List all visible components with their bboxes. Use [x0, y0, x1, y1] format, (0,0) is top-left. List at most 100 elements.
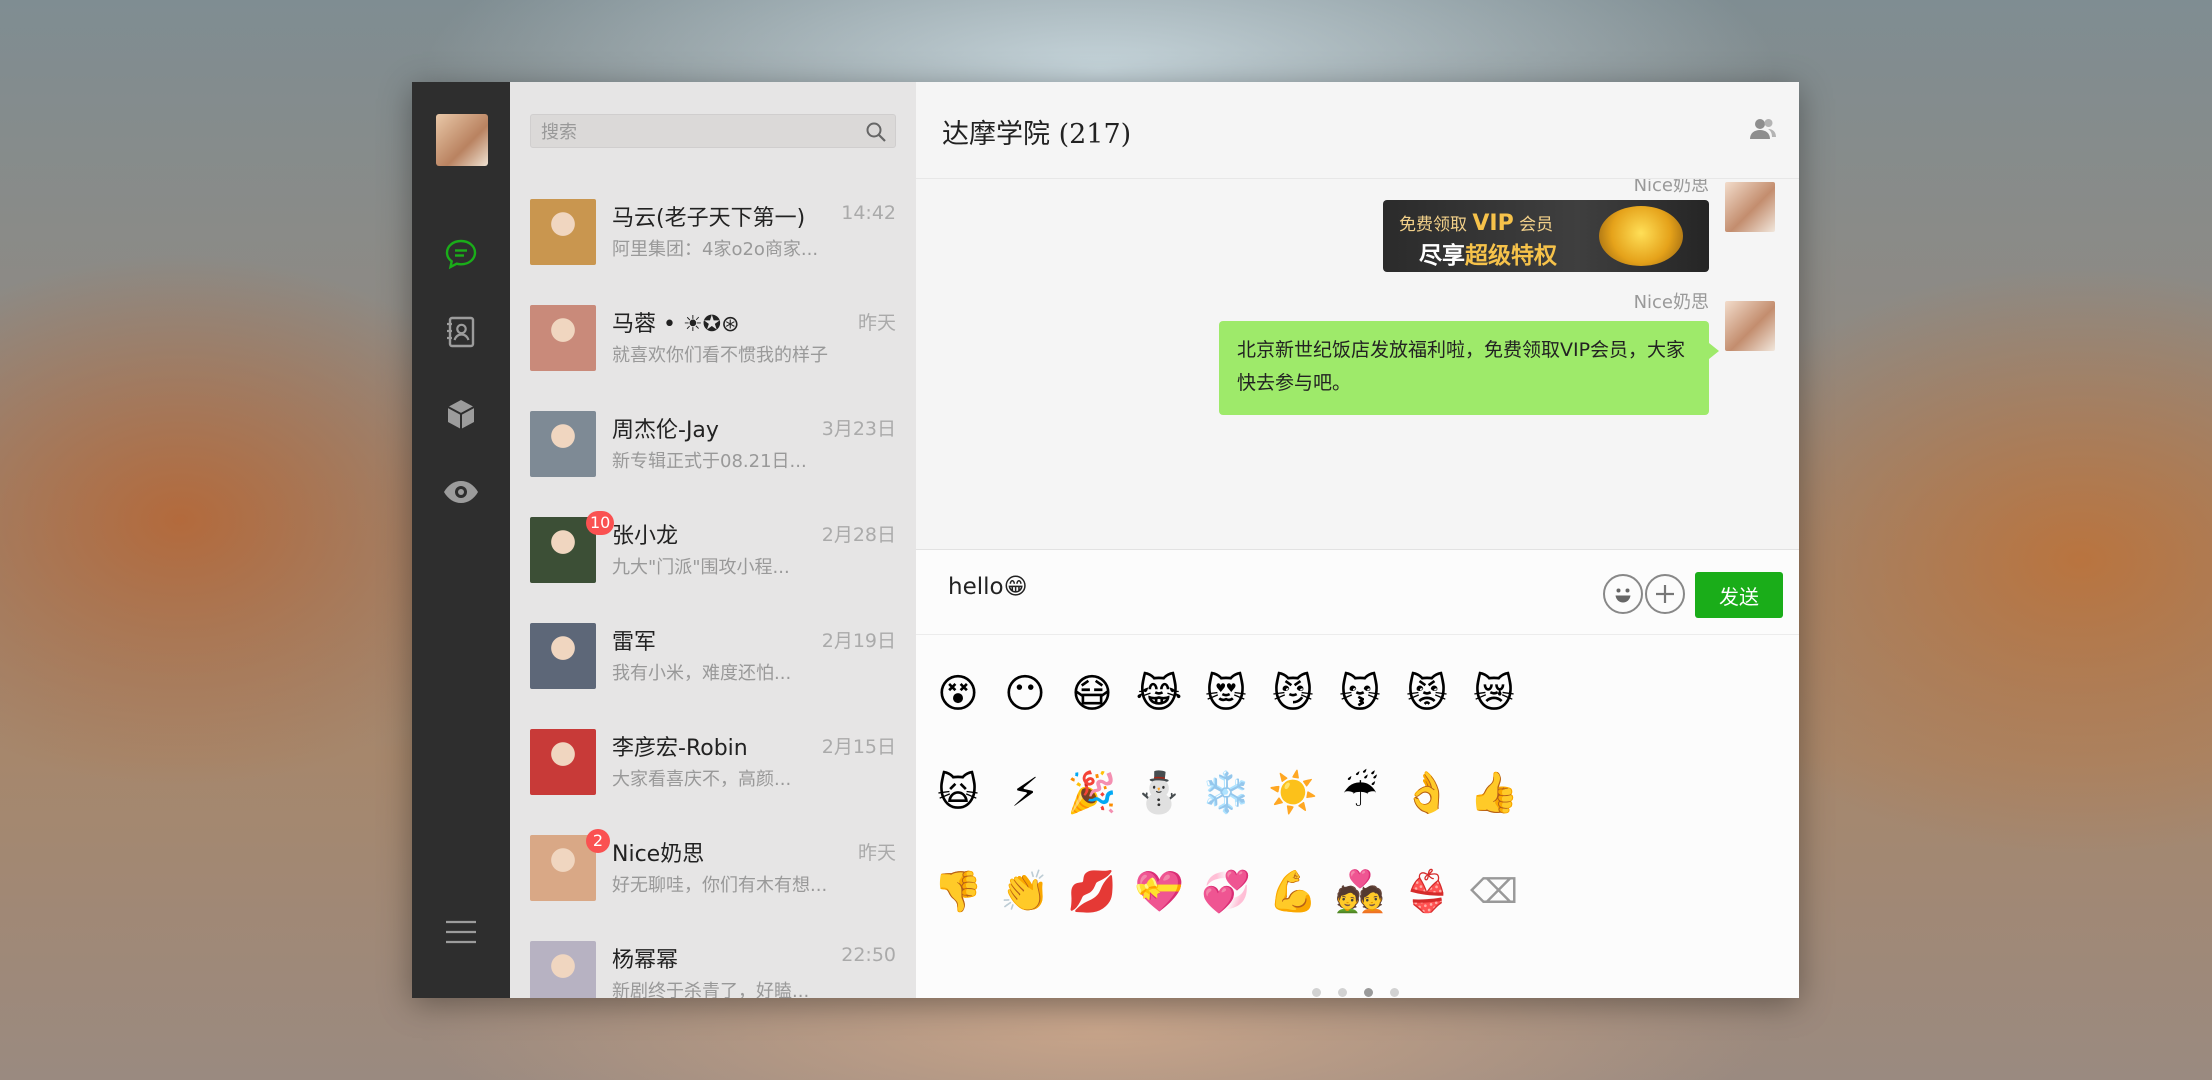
- chat-panel: 达摩学院 (217) Nice奶思 免费领取 VIP 会员 尽享超级特权 Nic…: [916, 82, 1799, 998]
- conversation-item[interactable]: 马蓉 • ☀✪⊛ 昨天就喜欢你们看不惯我的样子: [510, 284, 916, 390]
- emoji-item[interactable]: 😻: [1196, 664, 1256, 724]
- emoji-item[interactable]: 😾: [1397, 664, 1457, 724]
- last-message-preview: 九大"门派"围攻小程...: [612, 557, 790, 578]
- group-members-icon[interactable]: [1749, 116, 1777, 146]
- contact-avatar[interactable]: [530, 199, 596, 265]
- eye-icon[interactable]: [441, 472, 481, 512]
- last-message-time: 2月28日: [821, 524, 896, 546]
- unread-badge: 10: [586, 511, 615, 535]
- emoji-item[interactable]: 😹: [1129, 664, 1189, 724]
- conversation-item[interactable]: 李彦宏-Robin 2月15日大家看喜庆不，高颜...: [510, 708, 916, 814]
- search-icon[interactable]: [865, 121, 887, 147]
- emoji-item[interactable]: 👎: [928, 862, 988, 922]
- emoji-item[interactable]: 💞: [1196, 862, 1256, 922]
- sender-avatar[interactable]: [1725, 182, 1775, 232]
- emoji-item[interactable]: 🙀: [928, 763, 988, 823]
- contact-name: 张小龙: [612, 524, 679, 549]
- emoji-item[interactable]: ☀️: [1263, 763, 1323, 823]
- emoji-item[interactable]: 💑: [1330, 862, 1390, 922]
- emoji-picker-icon[interactable]: [1603, 574, 1643, 614]
- composer: hello😁 发送 😵 😶 😷 😹 😻 😼 😽 😾 😿 🙀 ⚡ 🎉 ⛄ ❄️ ☀️ ☔ 👌 👍 👎 👏 💋 💝 💞 💪 💑 👙 ⌫: [916, 549, 1799, 998]
- my-avatar[interactable]: [436, 114, 488, 166]
- last-message-time: 3月23日: [821, 418, 896, 440]
- last-message-time: 14:42: [841, 202, 896, 224]
- emoji-item[interactable]: 💝: [1129, 862, 1189, 922]
- emoji-item[interactable]: 💋: [1062, 862, 1122, 922]
- send-button[interactable]: 发送: [1695, 572, 1783, 618]
- emoji-item[interactable]: 👙: [1397, 862, 1457, 922]
- last-message-time: 昨天: [857, 312, 896, 334]
- last-message-time: 22:50: [841, 944, 896, 966]
- vip-badge-graphic: [1599, 206, 1683, 266]
- emoji-item[interactable]: ⚡: [995, 763, 1055, 823]
- page-dot-active[interactable]: [1364, 988, 1373, 997]
- page-dot[interactable]: [1390, 988, 1399, 997]
- cube-icon[interactable]: [441, 394, 481, 434]
- conversation-item[interactable]: 雷军 2月19日 我有小米，难度还怕...: [510, 602, 916, 708]
- contact-avatar[interactable]: [530, 411, 596, 477]
- emoji-item[interactable]: ☔: [1330, 763, 1390, 823]
- chat-header: 达摩学院 (217): [916, 82, 1799, 179]
- contact-name: 杨幂幂: [612, 948, 679, 973]
- contact-avatar[interactable]: [530, 623, 596, 689]
- contact-name: 马蓉 • ☀✪⊛: [612, 312, 740, 337]
- contacts-icon[interactable]: [441, 312, 481, 352]
- emoji-item[interactable]: 👏: [995, 862, 1055, 922]
- conversation-item[interactable]: 马云(老子天下第一) 14:42 阿里集团：4家o2o商家...: [510, 178, 916, 284]
- emoji-item[interactable]: 😽: [1330, 664, 1390, 724]
- conversation-item[interactable]: 周杰伦-Jay 3月23日 新专辑正式于08.21日...: [510, 390, 916, 496]
- contact-name: 马云(老子天下第一): [612, 206, 806, 231]
- message-sender: Nice奶思: [1633, 292, 1709, 313]
- contact-name: Nice奶思: [612, 842, 705, 867]
- chat-title: 达摩学院 (217): [942, 119, 1132, 150]
- last-message-preview: 就喜欢你们看不惯我的样子: [612, 345, 828, 366]
- vip-banner-image[interactable]: 免费领取 VIP 会员 尽享超级特权: [1383, 200, 1709, 272]
- last-message-preview: 新专辑正式于08.21日...: [612, 451, 807, 472]
- sender-avatar[interactable]: [1725, 301, 1775, 351]
- emoji-item[interactable]: 👌: [1397, 763, 1457, 823]
- last-message-preview: 阿里集团：4家o2o商家...: [612, 239, 819, 260]
- chat-icon[interactable]: [441, 234, 481, 274]
- page-dot[interactable]: [1312, 988, 1321, 997]
- contact-avatar[interactable]: [530, 941, 596, 998]
- emoji-item[interactable]: 😼: [1263, 664, 1323, 724]
- backspace-icon[interactable]: ⌫: [1464, 862, 1524, 922]
- conversation-item[interactable]: 张小龙 2月28日九大"门派"围攻小程... 10: [510, 496, 916, 602]
- last-message-time: 昨天: [857, 842, 896, 864]
- conversation-item[interactable]: 杨幂幂 22:50 新剧终于杀青了，好瞌...: [510, 920, 916, 998]
- last-message-preview: 我有小米，难度还怕...: [612, 663, 792, 684]
- menu-icon[interactable]: [441, 912, 481, 952]
- input-bar: hello😁 发送: [916, 550, 1799, 635]
- emoji-item[interactable]: 😷: [1062, 664, 1122, 724]
- contact-name: 雷军: [612, 630, 657, 655]
- emoji-item[interactable]: ❄️: [1196, 763, 1256, 823]
- emoji-item[interactable]: 😿: [1464, 664, 1524, 724]
- last-message-preview: 大家看喜庆不，高颜...: [612, 769, 792, 790]
- emoji-item[interactable]: 👍: [1464, 763, 1524, 823]
- nav-sidebar: [412, 82, 510, 998]
- contact-name: 周杰伦-Jay: [612, 418, 719, 443]
- last-message-preview: 好无聊哇，你们有木有想...: [612, 875, 828, 896]
- emoji-item[interactable]: 😶: [995, 664, 1055, 724]
- last-message-time: 2月15日: [821, 736, 896, 758]
- contact-avatar[interactable]: [530, 305, 596, 371]
- emoji-item[interactable]: 😵: [928, 664, 988, 724]
- emoji-item[interactable]: ⛄: [1129, 763, 1189, 823]
- add-attachment-icon[interactable]: [1645, 574, 1685, 614]
- emoji-item[interactable]: 🎉: [1062, 763, 1122, 823]
- message-sender: Nice奶思: [1633, 179, 1709, 196]
- page-dot[interactable]: [1338, 988, 1347, 997]
- conversation-item[interactable]: Nice奶思 昨天好无聊哇，你们有木有想... 2: [510, 814, 916, 920]
- banner-line2: 尽享超级特权: [1419, 243, 1557, 269]
- emoji-item[interactable]: 💪: [1263, 862, 1323, 922]
- message-bubble[interactable]: 北京新世纪饭店发放福利啦，免费领取VIP会员，大家快去参与吧。: [1219, 321, 1719, 415]
- wechat-window: 马云(老子天下第一) 14:42 阿里集团：4家o2o商家... 马蓉 • ☀✪⊛ 昨天…: [412, 82, 1799, 998]
- unread-badge: 2: [586, 829, 610, 853]
- contact-avatar[interactable]: [530, 729, 596, 795]
- banner-line1: 免费领取 VIP 会员: [1399, 211, 1554, 236]
- last-message-preview: 新剧终于杀青了，好瞌...: [612, 981, 810, 998]
- search-input[interactable]: [539, 115, 853, 149]
- contact-name: 李彦宏-Robin: [612, 736, 748, 761]
- search-box: [530, 114, 896, 149]
- message-input[interactable]: hello😁: [948, 574, 1028, 600]
